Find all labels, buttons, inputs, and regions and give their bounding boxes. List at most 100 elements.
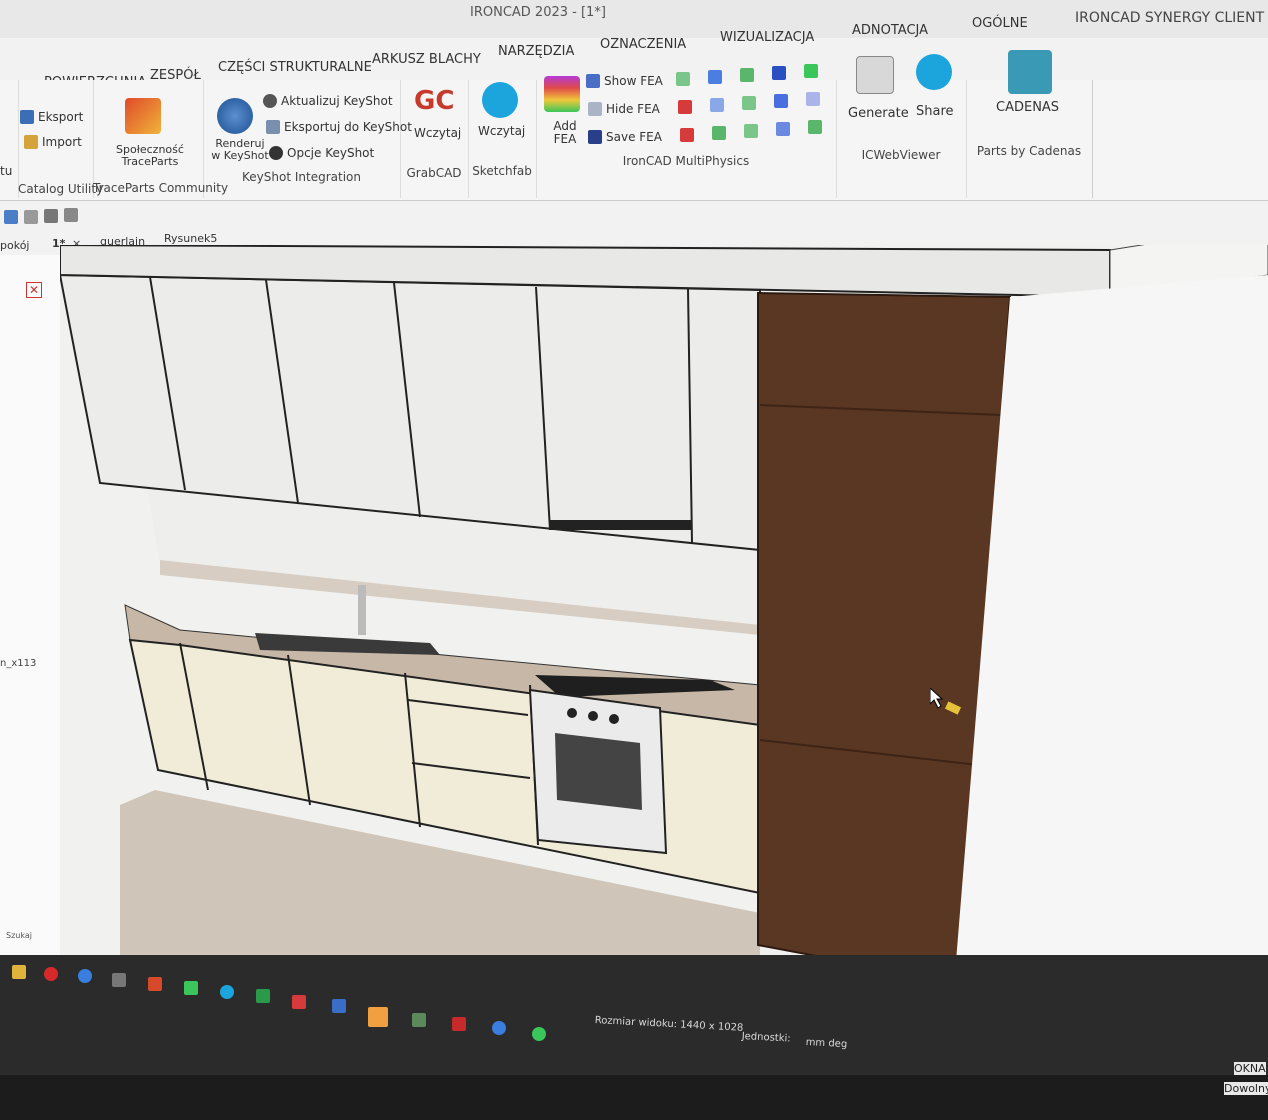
- cube-wire-icon[interactable]: [774, 94, 788, 108]
- ribbon-tabs: 3D POWIERZCHNIA ZESPÓŁ CZĘŚCI STRUKTURAL…: [0, 16, 1268, 95]
- group-multiphysics: Add FEA Show FEA Hide FEA Save FEA IronC…: [536, 64, 837, 198]
- app-icon[interactable]: [184, 981, 198, 995]
- cube-green-2-icon[interactable]: [712, 126, 726, 140]
- grabcad-load-button[interactable]: Wczytaj: [414, 126, 461, 140]
- cube-green-4-icon[interactable]: [808, 120, 822, 134]
- cube-outline-icon[interactable]: [710, 98, 724, 112]
- window-title: IRONCAD 2023 - [1*]: [470, 5, 606, 20]
- group-label-keyshot: KeyShot Integration: [242, 170, 361, 184]
- sketchfab-icon: [482, 82, 518, 118]
- sketchfab-load-button[interactable]: Wczytaj: [478, 124, 525, 138]
- oven-knob[interactable]: [588, 711, 598, 721]
- keyshot-options-button[interactable]: Opcje KeyShot: [269, 146, 374, 160]
- close-icon[interactable]: ✕: [26, 282, 42, 298]
- group-cadenas: CADENAS Parts by Cadenas: [966, 50, 1093, 198]
- pdf-icon[interactable]: [452, 1017, 466, 1031]
- hide-fea-button[interactable]: Hide FEA: [588, 102, 660, 116]
- tab-arkusz-blachy[interactable]: ARKUSZ BLACHY: [372, 52, 481, 67]
- tab-narzedzia[interactable]: NARZĘDZIA: [498, 44, 574, 59]
- app-icon[interactable]: [492, 1021, 506, 1035]
- tree-item[interactable]: n_x113: [0, 658, 36, 669]
- cube-grid-icon[interactable]: [742, 96, 756, 110]
- tab-oznaczenia[interactable]: OZNACZENIA: [600, 37, 686, 52]
- cube-green-icon[interactable]: [676, 72, 690, 86]
- group-traceparts: Społeczność TraceParts TraceParts Commun…: [93, 80, 229, 198]
- excel-icon[interactable]: [256, 989, 270, 1003]
- kitchen-model[interactable]: [58, 224, 1268, 1055]
- table-icon[interactable]: [44, 209, 58, 223]
- js-file-icon: [856, 56, 894, 94]
- partial-label: tu: [0, 164, 13, 178]
- keyshot-render-button[interactable]: Renderuj w KeyShot: [211, 138, 269, 162]
- measure-icon[interactable]: [64, 208, 78, 222]
- group-label-cadenas: Parts by Cadenas: [976, 144, 1082, 158]
- group-icwebviewer: Generate Share ICWebViewer: [836, 54, 967, 198]
- share-button[interactable]: Share: [916, 104, 954, 119]
- app-icon[interactable]: [412, 1013, 426, 1027]
- cube-solid-icon[interactable]: [772, 66, 786, 80]
- keyshot-render-icon: [217, 98, 253, 134]
- mouse-cursor-icon: [930, 688, 962, 715]
- title-bar: IRONCAD 2023 - [1*] IRONCAD SYNERGY CLIE…: [0, 0, 1268, 38]
- oven-knob[interactable]: [567, 708, 577, 718]
- import-button[interactable]: Import: [24, 135, 82, 149]
- opera-icon[interactable]: [44, 967, 58, 981]
- tab-adnotacja[interactable]: ADNOTACJA: [852, 23, 928, 38]
- okna-label[interactable]: OKNA: [1234, 1062, 1266, 1075]
- cube-fill-icon[interactable]: [804, 64, 818, 78]
- cadenas-button[interactable]: CADENAS: [996, 100, 1059, 115]
- cube-mesh-icon[interactable]: [740, 68, 754, 82]
- group-label-sketchfab: Sketchfab: [472, 164, 532, 178]
- traceparts-button[interactable]: Społeczność TraceParts: [115, 144, 185, 168]
- cube-green-3-icon[interactable]: [744, 124, 758, 138]
- cube-red-2-icon[interactable]: [680, 128, 694, 142]
- group-label-grabcad: GrabCAD: [406, 166, 462, 180]
- add-fea-button[interactable]: Add FEA: [550, 120, 580, 146]
- export-button[interactable]: Eksport: [20, 110, 83, 124]
- group-label-catalog: Catalog Utility: [18, 182, 104, 196]
- ironcad-icon[interactable]: [368, 1007, 388, 1027]
- whatsapp-icon[interactable]: [532, 1027, 546, 1041]
- group-keyshot: Renderuj w KeyShot Aktualizuj KeyShot Ek…: [203, 80, 412, 198]
- tab-czesci-strukturalne[interactable]: CZĘŚCI STRUKTURALNE: [218, 60, 372, 75]
- oven-knob[interactable]: [609, 714, 619, 724]
- cube-ghost-icon[interactable]: [806, 92, 820, 106]
- keyshot-update-button[interactable]: Aktualizuj KeyShot: [263, 94, 393, 108]
- copy-icon[interactable]: [24, 210, 38, 224]
- generate-button[interactable]: Generate: [848, 106, 909, 121]
- grabcad-logo: GC: [414, 86, 455, 116]
- browser-icon[interactable]: [78, 969, 92, 983]
- taskbar: [0, 955, 1268, 1075]
- cloud-upload-icon: [916, 54, 952, 90]
- doc-tab-pokoj[interactable]: pokój: [0, 239, 29, 252]
- folder-icon[interactable]: [12, 965, 26, 979]
- search-icon[interactable]: [148, 977, 162, 991]
- app-icon[interactable]: [292, 995, 306, 1009]
- 3d-viewport[interactable]: [58, 224, 1268, 1055]
- group-label-traceparts: TraceParts Community: [93, 181, 229, 195]
- status-units[interactable]: mm deg: [805, 1037, 847, 1050]
- group-sketchfab: Wczytaj Sketchfab: [468, 80, 537, 198]
- synergy-client-label[interactable]: IRONCAD SYNERGY CLIENT: [1075, 10, 1264, 26]
- tab-wizualizacja[interactable]: WIZUALIZACJA: [720, 30, 814, 45]
- show-fea-button[interactable]: Show FEA: [586, 74, 663, 88]
- oven-window: [555, 733, 642, 810]
- group-grabcad: GC Wczytaj GrabCAD: [400, 80, 469, 198]
- doc-tab-rysunek[interactable]: Rysunek5: [164, 232, 217, 245]
- keyshot-export-button[interactable]: Eksportuj do KeyShot: [266, 120, 412, 134]
- cube-red-icon[interactable]: [678, 100, 692, 114]
- tab-ogolne[interactable]: OGÓLNE: [972, 16, 1028, 31]
- cube-blue-2-icon[interactable]: [776, 122, 790, 136]
- group-catalog-utility: Eksport Import Catalog Utility: [18, 80, 104, 198]
- app-icon[interactable]: [112, 973, 126, 987]
- add-fea-icon: [544, 76, 580, 112]
- monitor-screen: IRONCAD 2023 - [1*] IRONCAD SYNERGY CLIE…: [0, 0, 1268, 1075]
- export-icon: [20, 110, 34, 124]
- dowolny-label[interactable]: Dowolny: [1224, 1082, 1268, 1095]
- edge-icon[interactable]: [220, 985, 234, 999]
- save-fea-button[interactable]: Save FEA: [588, 130, 662, 144]
- search-field[interactable]: Szukaj: [6, 931, 32, 940]
- view-icon[interactable]: [4, 210, 18, 224]
- cube-blue-icon[interactable]: [708, 70, 722, 84]
- app-icon[interactable]: [332, 999, 346, 1013]
